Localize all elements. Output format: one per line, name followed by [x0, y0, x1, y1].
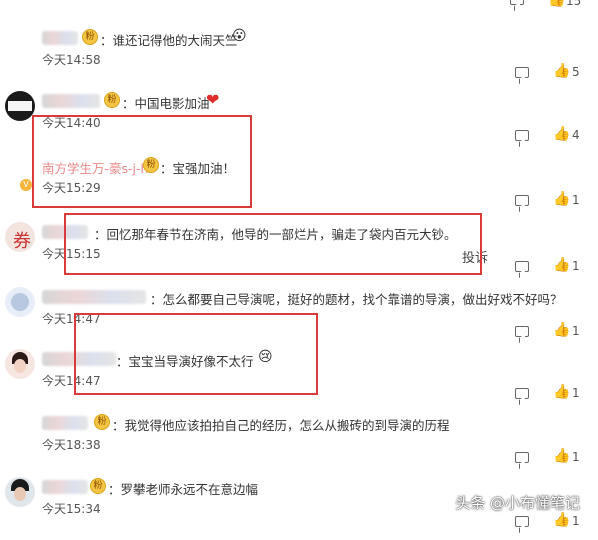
comment-time: 今天18:38 [42, 438, 101, 452]
like-count: 1 [572, 514, 580, 528]
highlight-box [32, 115, 252, 208]
username-redacted[interactable] [42, 480, 88, 494]
comment-text: ：我觉得他应该拍拍自己的经历，怎么从搬砖的到导演的历程 [112, 418, 450, 433]
reply-icon[interactable] [510, 0, 524, 5]
comment-text: ：怎么都要自己导演呢，挺好的题材，找个靠谱的导演，做出好戏不好吗？ [150, 292, 563, 307]
watermark: 头条 @小布懂笔记 [455, 494, 580, 512]
like-icon[interactable]: 👍 [553, 322, 570, 338]
like-icon[interactable]: 👍 [553, 512, 570, 528]
reply-icon[interactable] [515, 388, 529, 399]
like-count: 15 [566, 0, 582, 8]
reply-icon[interactable] [515, 516, 529, 527]
fan-badge-icon: 粉 [104, 92, 120, 108]
username-redacted[interactable] [42, 94, 100, 108]
fan-badge-icon: 粉 [90, 478, 106, 494]
comment-text: ：谁还记得他的大闹天竺 [100, 33, 238, 48]
avatar[interactable] [5, 91, 35, 121]
avatar[interactable] [5, 477, 35, 507]
like-icon[interactable]: 👍 [553, 126, 570, 142]
like-count: 1 [572, 259, 580, 273]
comment-text: ：罗攀老师永远不在意边幅 [108, 482, 259, 497]
reply-icon[interactable] [515, 130, 529, 141]
like-count: 5 [572, 65, 580, 79]
like-icon[interactable]: 👍 [553, 384, 570, 400]
heart-icon: ❤ [206, 90, 220, 109]
like-count: 1 [572, 386, 580, 400]
avatar[interactable]: 券 [5, 222, 35, 252]
reply-icon[interactable] [515, 326, 529, 337]
comment-item: 粉 ：我觉得他应该拍拍自己的经历，怎么从搬砖的到导演的历程 今天18:38 👍 … [0, 412, 598, 476]
highlight-box [64, 213, 482, 275]
comment-time: 今天14:58 [42, 53, 101, 67]
like-icon[interactable]: 👍 [553, 63, 570, 79]
like-count: 1 [572, 450, 580, 464]
like-count: 1 [572, 324, 580, 338]
reply-icon[interactable] [515, 452, 529, 463]
comment-item: 粉 ：谁还记得他的大闹天竺 😮 今天14:58 👍 5 [0, 27, 598, 91]
highlight-box [74, 313, 318, 395]
fan-badge-icon: 粉 [82, 29, 98, 45]
verified-badge-icon: V [20, 179, 32, 191]
fan-badge-icon: 粉 [94, 414, 110, 430]
reply-icon[interactable] [515, 67, 529, 78]
like-icon[interactable]: 👍 [553, 257, 570, 273]
username-redacted[interactable] [42, 31, 78, 45]
like-icon[interactable]: 👍 [553, 448, 570, 464]
reply-icon[interactable] [515, 261, 529, 272]
comment-text: ：中国电影加油 [122, 96, 210, 111]
top-partial-actions: 👍 15 [0, 0, 598, 8]
like-icon[interactable]: 👍 [548, 0, 565, 8]
username-redacted[interactable] [42, 290, 146, 304]
like-count: 1 [572, 193, 580, 207]
avatar[interactable] [5, 349, 35, 379]
reply-icon[interactable] [515, 195, 529, 206]
emoji-icon: 😮 [232, 28, 247, 44]
like-count: 4 [572, 128, 580, 142]
avatar[interactable] [5, 287, 35, 317]
username-redacted[interactable] [42, 416, 88, 430]
like-icon[interactable]: 👍 [553, 191, 570, 207]
comment-time: 今天15:34 [42, 502, 101, 516]
